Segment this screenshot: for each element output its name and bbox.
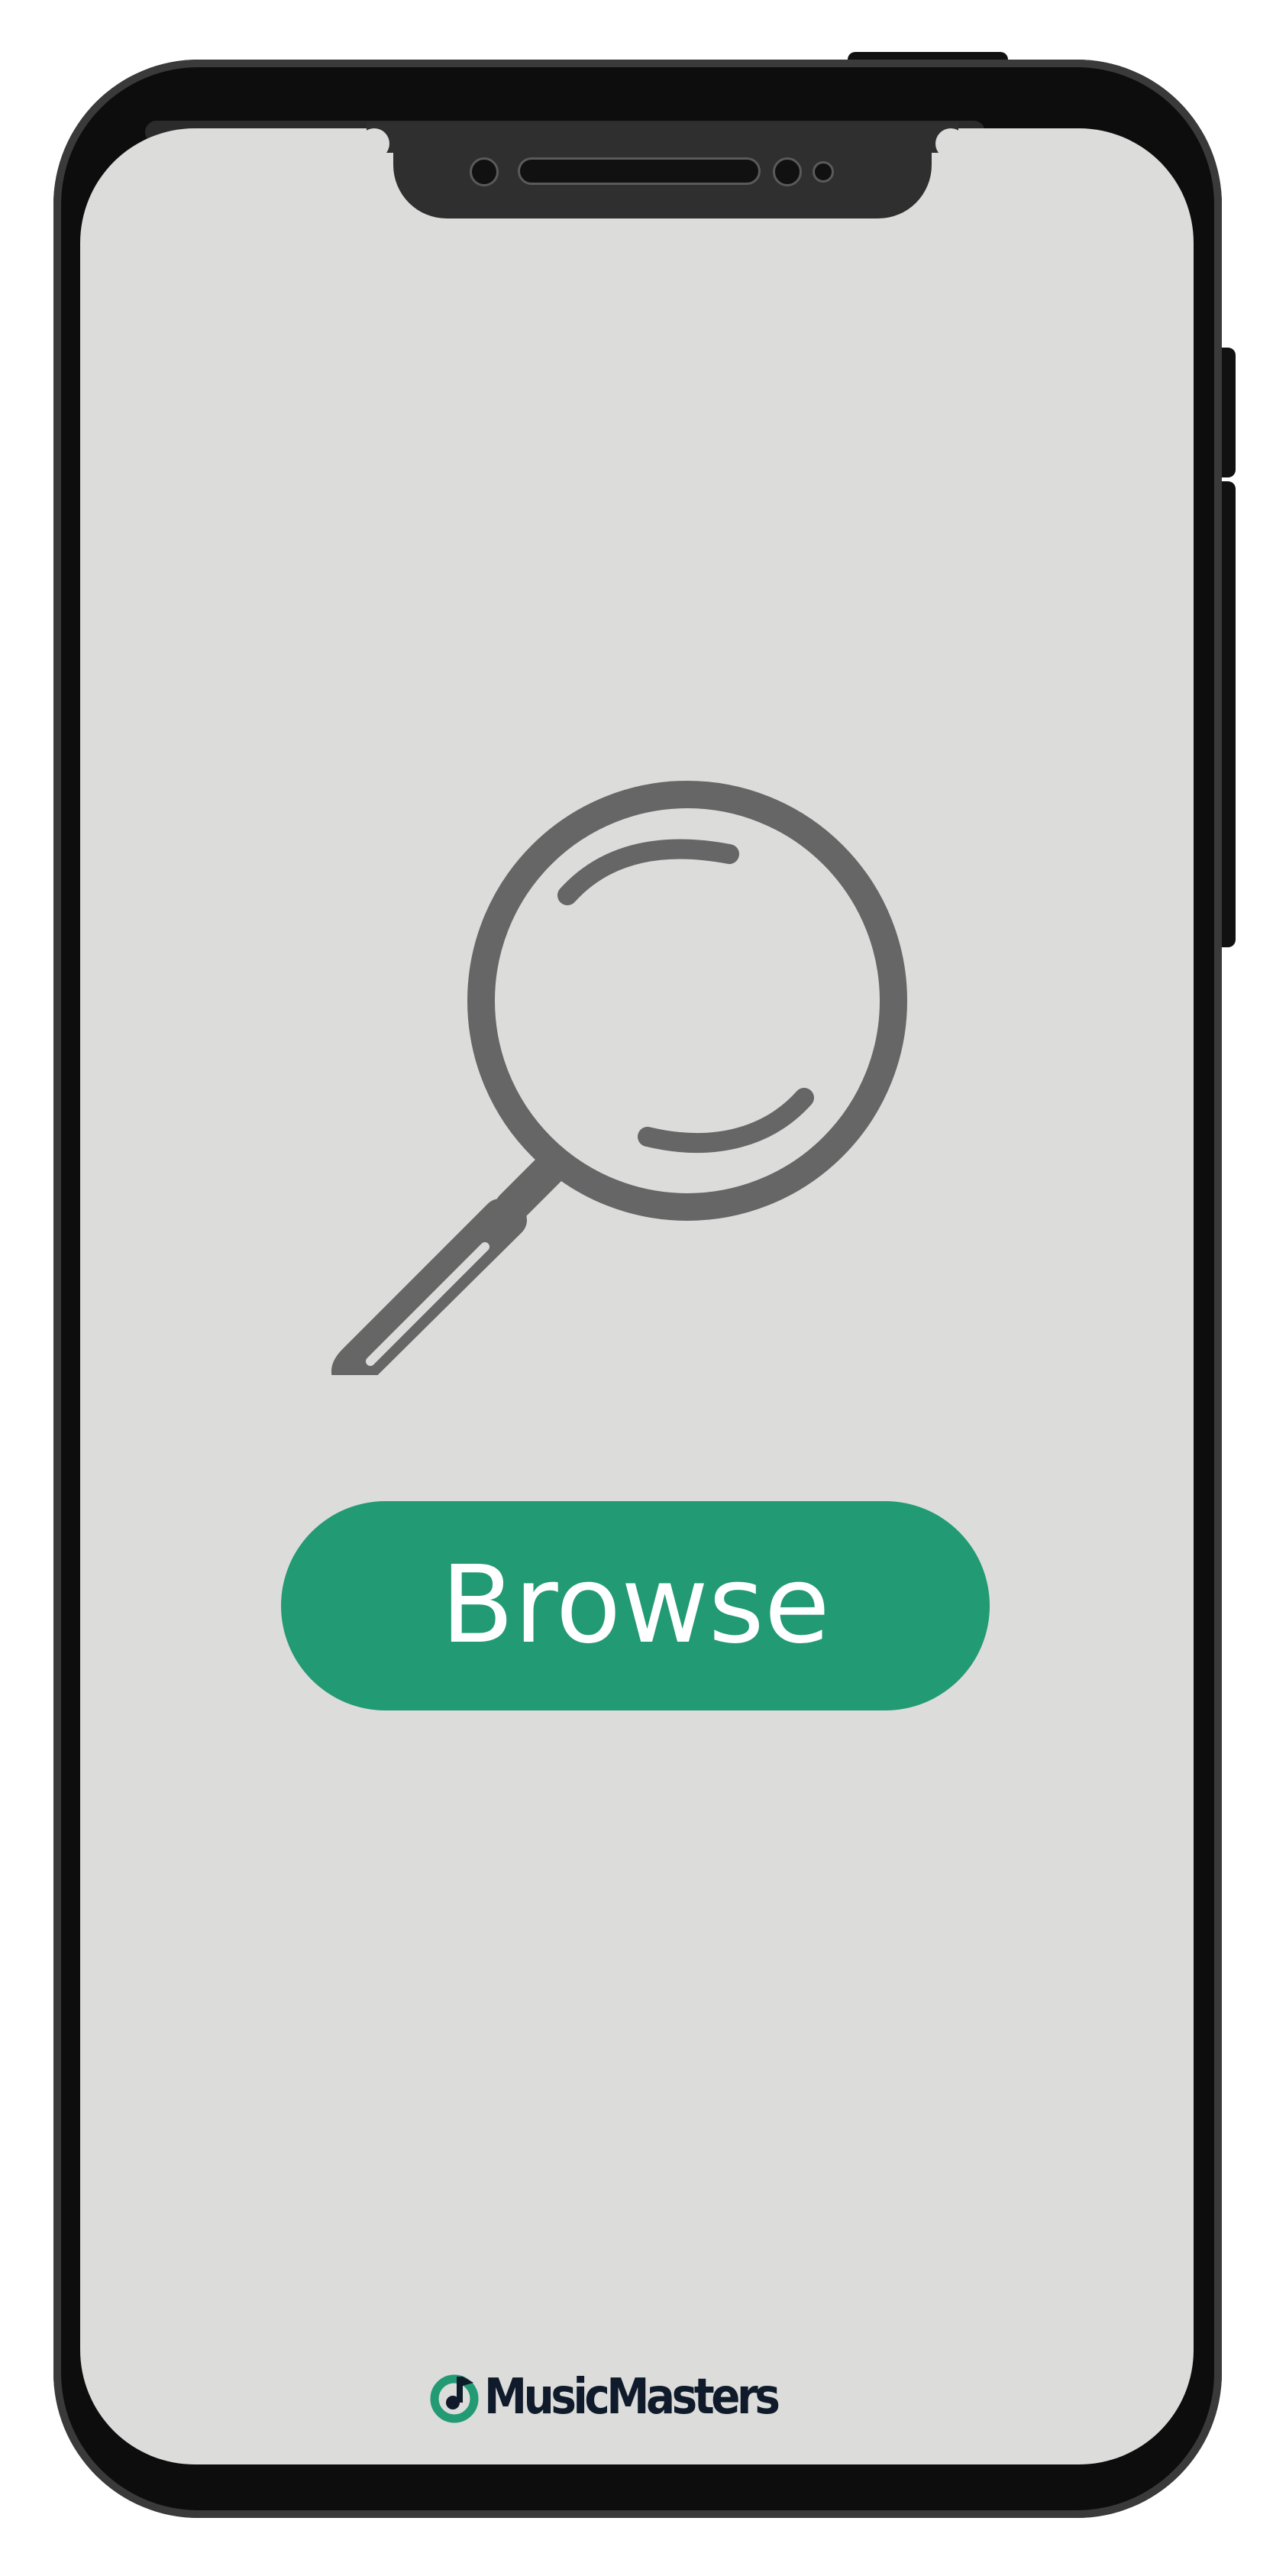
notch-corner-left [359, 122, 397, 159]
earpiece-speaker [518, 157, 761, 185]
phone-mockup-canvas: Browse MusicMasters [0, 0, 1273, 2576]
ambient-sensor-icon [813, 161, 834, 183]
notch-corner-right [928, 122, 966, 159]
brand-name: MusicMasters [484, 2369, 780, 2426]
brand-logo: MusicMasters [428, 2367, 817, 2428]
browse-button[interactable]: Browse [281, 1501, 990, 1710]
front-camera-icon [470, 157, 499, 186]
search-icon [331, 781, 907, 1375]
proximity-sensor-icon [773, 157, 802, 186]
music-note-logo-icon [430, 2374, 479, 2423]
